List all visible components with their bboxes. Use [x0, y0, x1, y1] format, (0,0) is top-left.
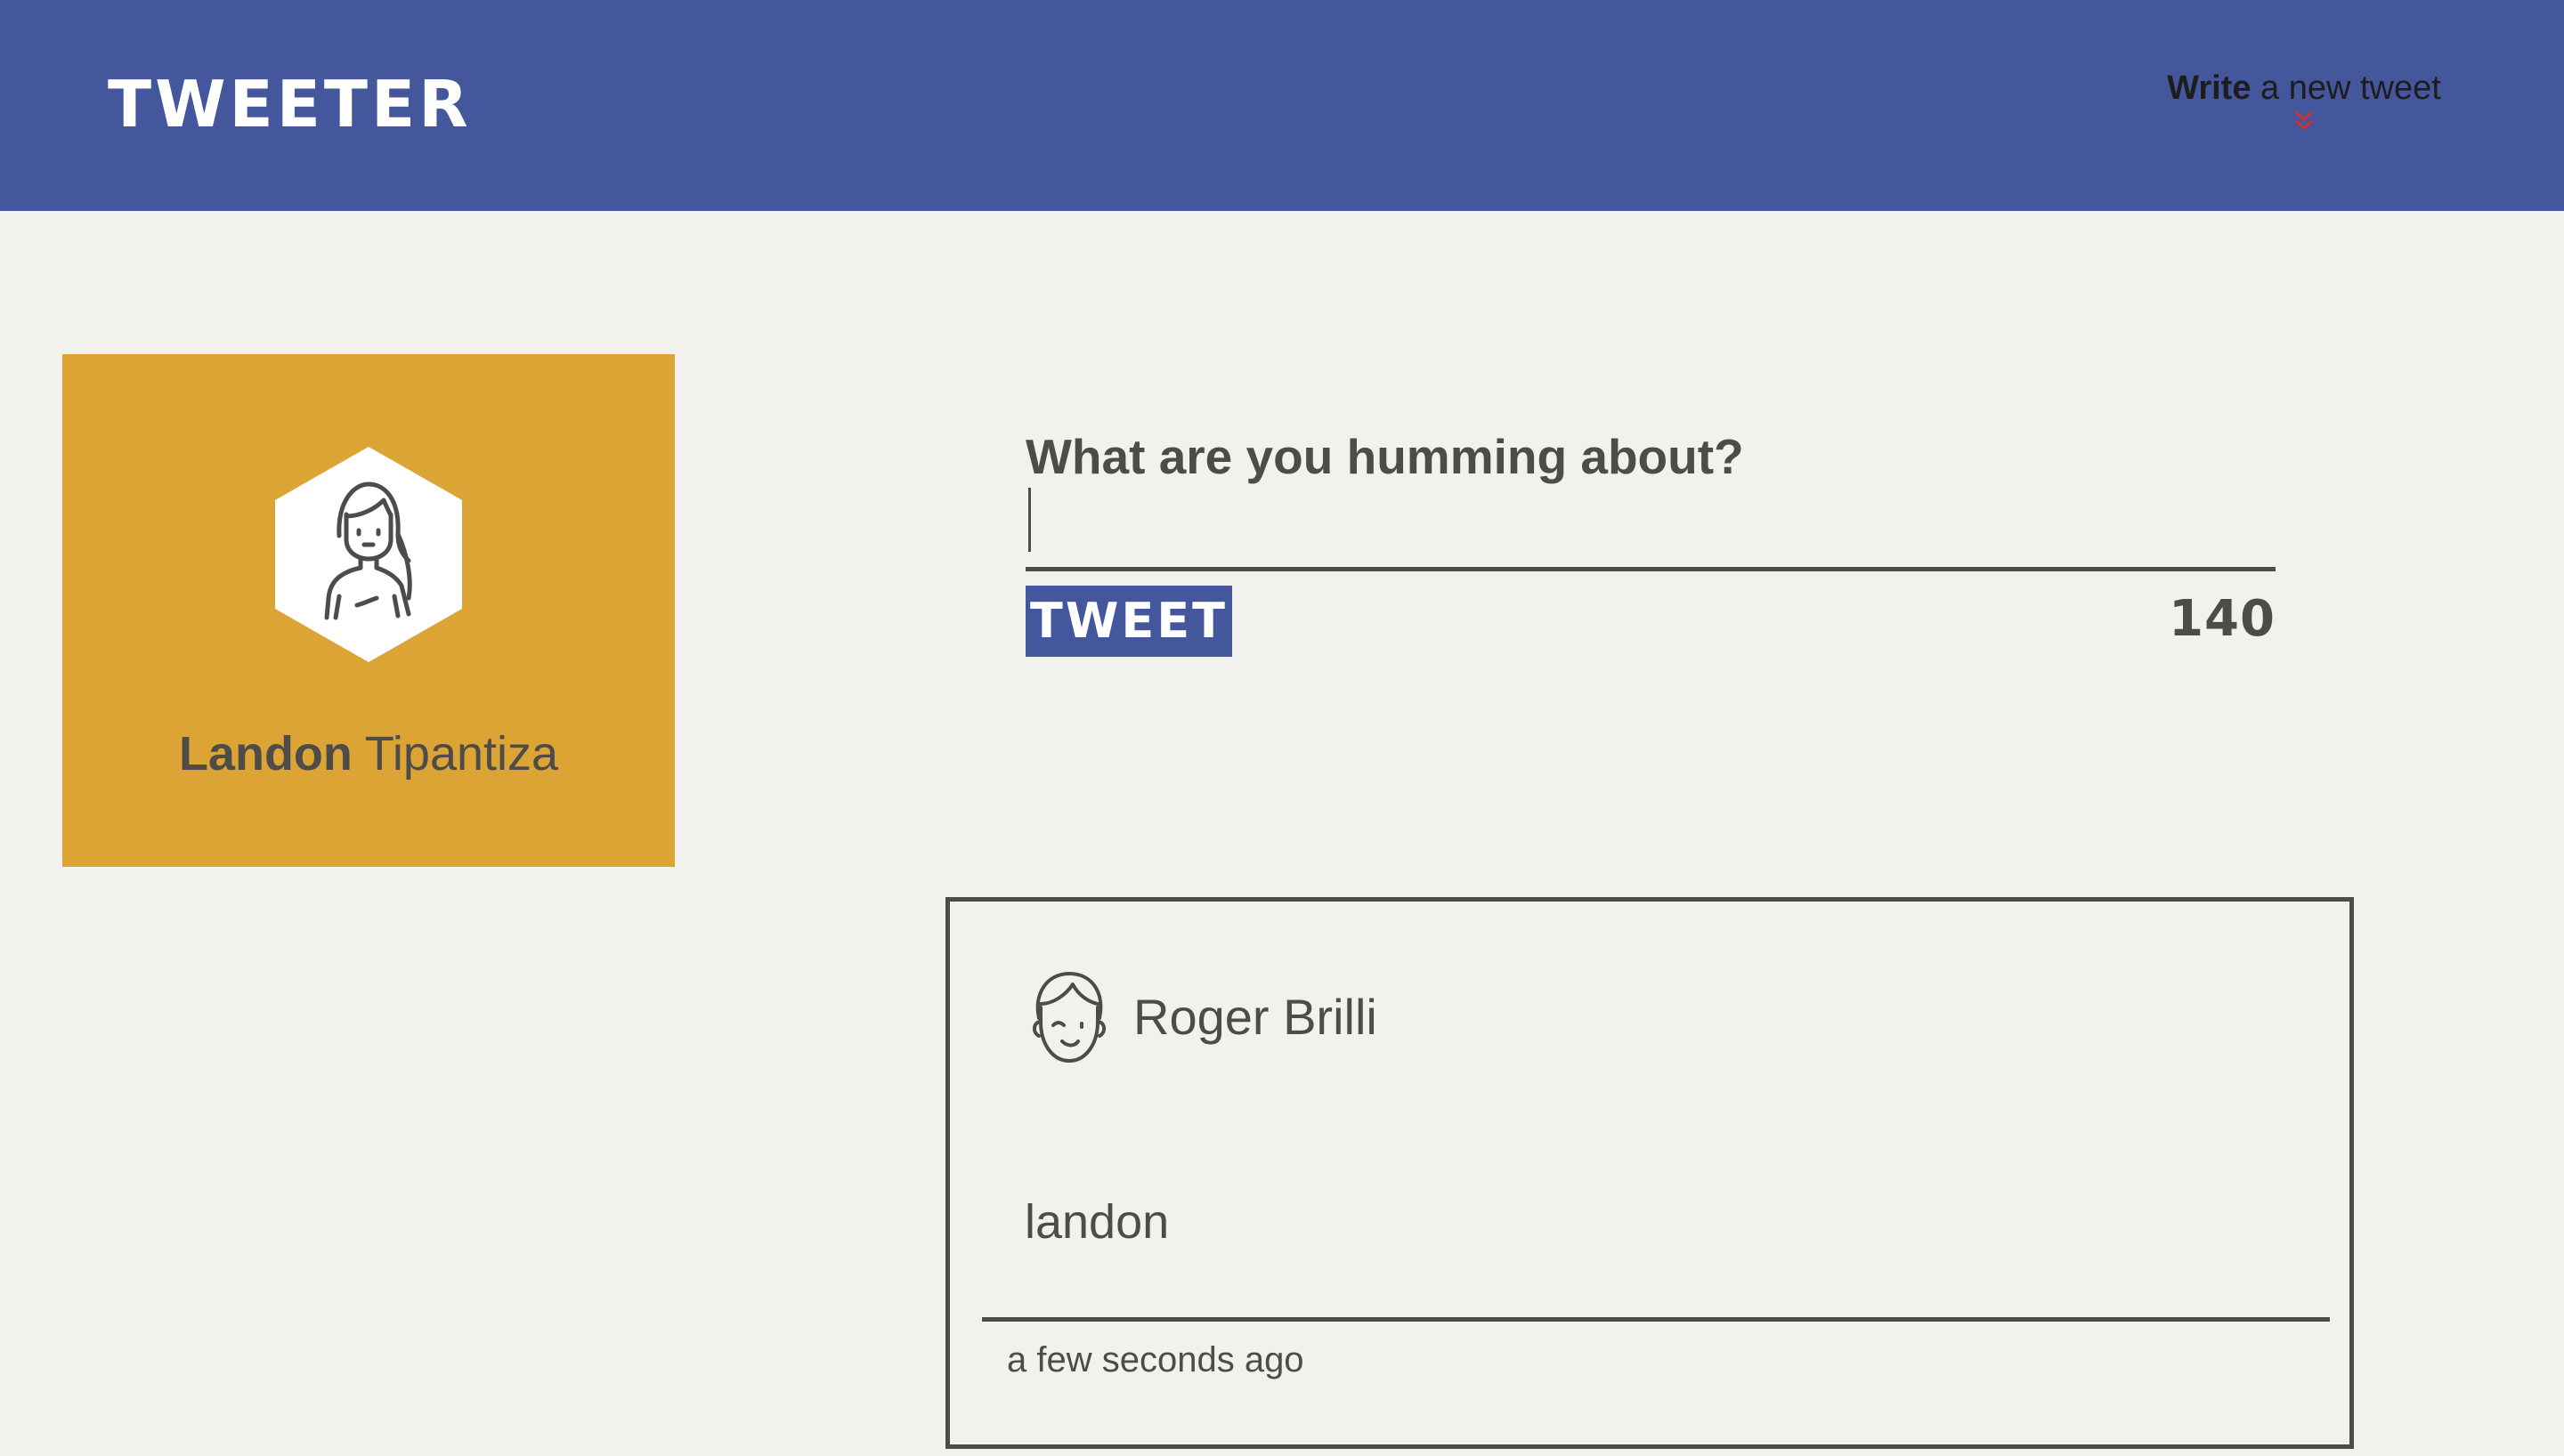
- tweet-timestamp: a few seconds ago: [1007, 1340, 1304, 1379]
- tweet-card: Roger Brilli landon a few seconds ago: [945, 897, 2354, 1449]
- profile-first-name: Landon: [178, 727, 353, 781]
- double-chevron-down-icon: [2295, 110, 2313, 131]
- navbar: TWEETER Write a new tweet: [0, 0, 2564, 211]
- user-profile-card: Landon Tipantiza: [62, 354, 675, 867]
- profile-name: Landon Tipantiza: [62, 723, 675, 785]
- character-counter: 140: [2169, 590, 2276, 648]
- tweet-text: landon: [1025, 1195, 1170, 1249]
- profile-avatar: [275, 447, 462, 662]
- tweet-text-input[interactable]: [1026, 488, 2276, 571]
- tweet-author-name[interactable]: Roger Brilli: [1133, 986, 1377, 1048]
- compose-label: What are you humming about?: [1026, 429, 1744, 484]
- tweet-submit-button[interactable]: TWEET: [1026, 586, 1232, 657]
- text-cursor: [1028, 488, 1031, 552]
- compose-tweet-form: What are you humming about? TWEET 140: [1026, 425, 2276, 657]
- tweet-divider: [982, 1317, 2330, 1322]
- male-user-icon: [1033, 972, 1106, 1063]
- profile-last-name: Tipantiza: [352, 727, 559, 781]
- female-user-icon: [275, 447, 462, 662]
- write-new-tweet-toggle[interactable]: Write a new tweet: [2162, 66, 2446, 132]
- compose-toggle-label: Write a new tweet: [2167, 69, 2441, 107]
- app-logo[interactable]: TWEETER: [108, 64, 472, 144]
